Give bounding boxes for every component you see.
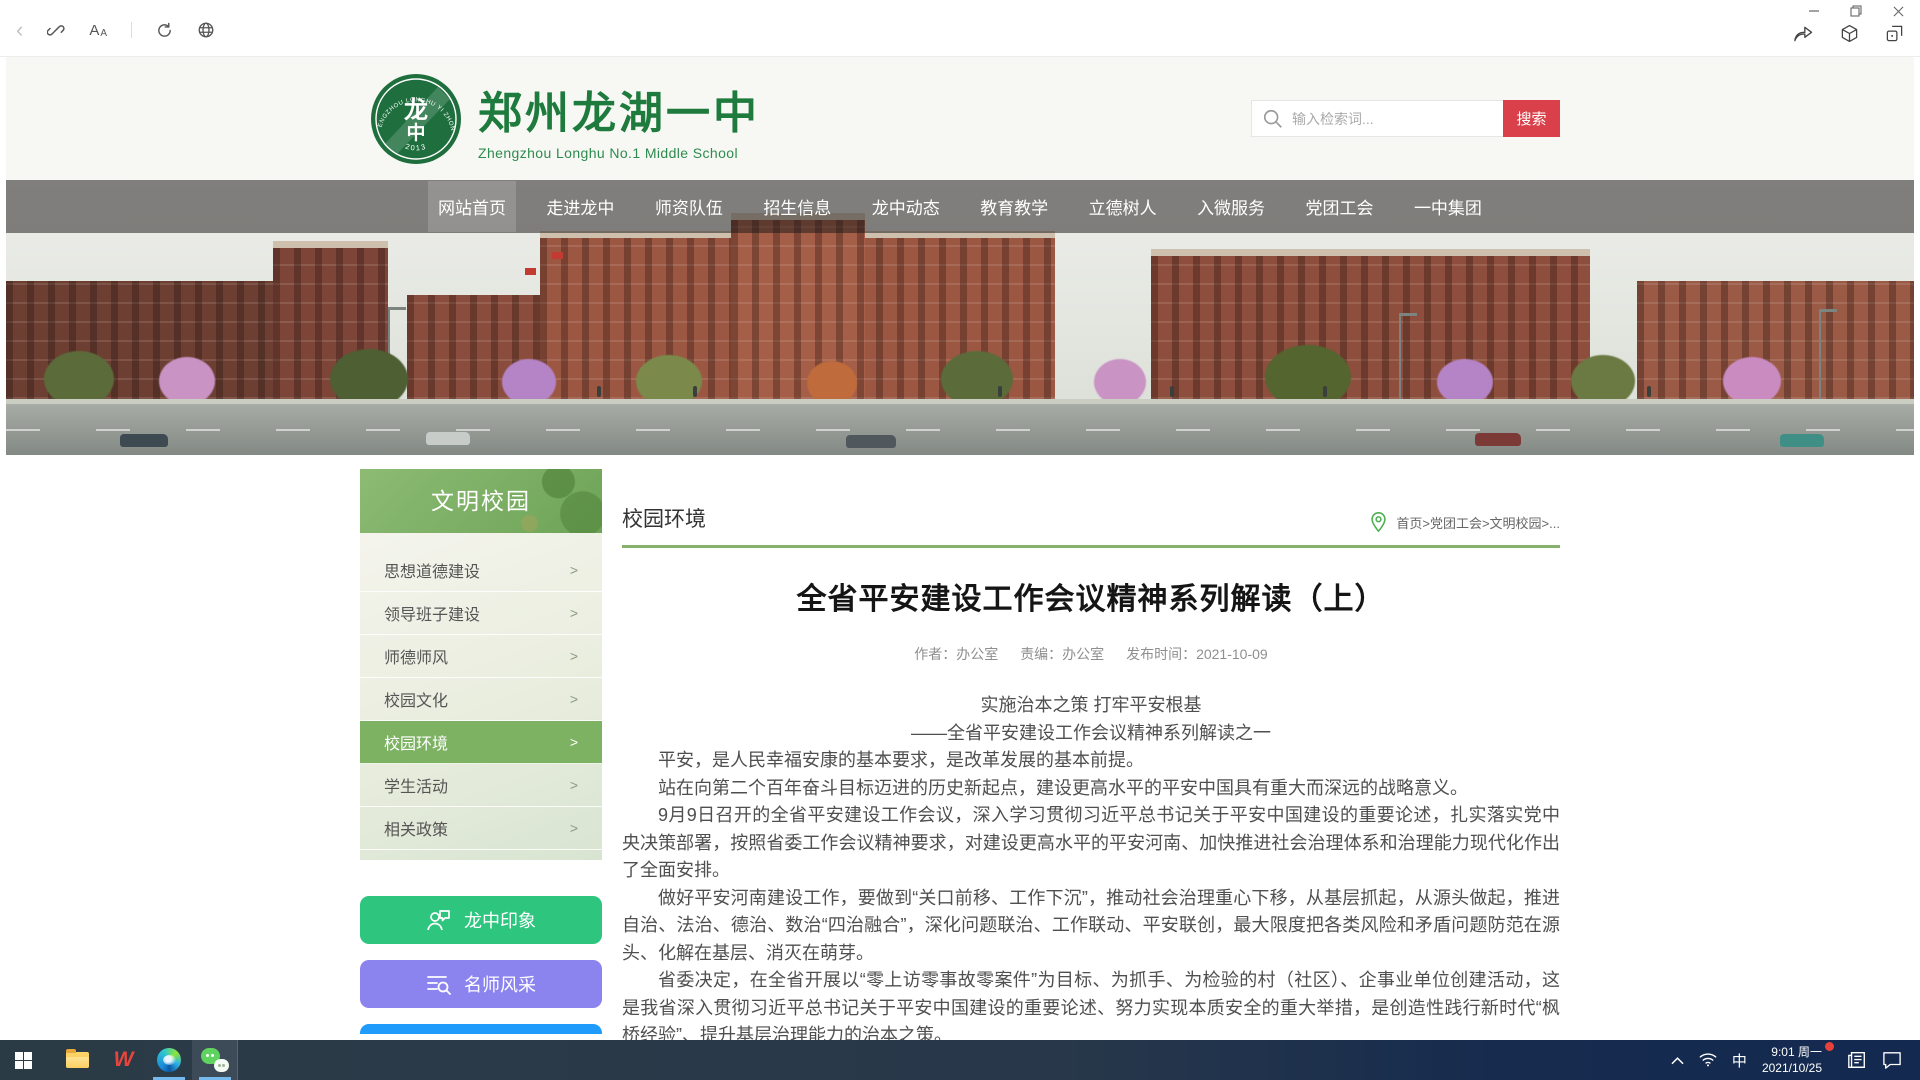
school-logo[interactable]: ZHENGZHOU LONGHU YI ZHONG 2013 龙 中 郑州龙湖一… [370,73,760,165]
nav-item-home[interactable]: 网站首页 [428,181,516,232]
nav-item-moral-education[interactable]: 立德树人 [1079,181,1167,232]
edge-browser-button[interactable] [146,1040,192,1080]
ime-indicator[interactable]: 中 [1732,1050,1747,1071]
article-paragraph: 平安，是人民幸福安康的基本要求，是改革发展的基本前提。 [622,747,1560,775]
toolbar-divider [131,22,132,38]
close-button[interactable] [1888,2,1908,20]
sidebar-item-leadership[interactable]: 领导班子建设> [360,592,602,635]
show-hidden-icons-chevron[interactable] [1671,1056,1684,1065]
chevron-right-icon: > [570,691,578,707]
nav-item-faculty[interactable]: 师资队伍 [645,181,733,232]
browser-chrome: ‹ AA [0,0,1920,57]
mini-program-icon[interactable] [1840,24,1859,48]
list-search-icon [426,973,452,995]
main-navigation: 网站首页 走进龙中 师资队伍 招生信息 龙中动态 教育教学 立德树人 入微服务 … [6,180,1914,233]
sidebar-item-campus-environment[interactable]: 校园环境> [360,721,602,764]
sidebar-menu: 思想道德建设> 领导班子建设> 师德师风> 校园文化> 校园环境> 学生活动> … [360,533,602,860]
site-search: 搜索 [1251,100,1560,137]
system-tray: 中 9:01 周一 2021/10/25 [1671,1040,1920,1080]
back-icon[interactable]: ‹ [16,20,23,40]
start-button[interactable] [0,1040,46,1080]
article-panel: 校园环境 首页>党团工会>文明校园>... 全省平安建设工作会议精神系列解读（上… [622,469,1560,1040]
section-title: 校园环境 [622,503,706,533]
maximize-button[interactable] [1846,2,1866,20]
longzhong-impression-button[interactable]: 龙中印象 [360,896,602,944]
edge-icon [157,1048,181,1072]
chevron-right-icon: > [570,562,578,578]
share-icon[interactable] [1794,25,1814,48]
sidebar-item-ideology[interactable]: 思想道德建设> [360,549,602,592]
globe-icon[interactable] [197,21,215,39]
svg-text:中: 中 [406,121,425,144]
font-size-icon[interactable]: AA [89,22,107,39]
chevron-right-icon: > [570,734,578,750]
school-name-zh: 郑州龙湖一中 [478,77,760,141]
browser-window: ‹ AA [0,0,1920,1080]
article-title: 全省平安建设工作会议精神系列解读（上） [622,574,1560,618]
location-pin-icon [1369,511,1388,533]
sidebar-title: 文明校园 [360,469,602,533]
notification-dot [1825,1042,1834,1051]
action-center-icon[interactable] [1882,1051,1902,1069]
web-page: ZHENGZHOU LONGHU YI ZHONG 2013 龙 中 郑州龙湖一… [6,57,1914,1040]
article-body: 实施治本之策 打牢平安根基 ——全省平安建设工作会议精神系列解读之一 平安，是人… [622,692,1560,1040]
clock-time: 9:01 周一 [1762,1044,1822,1060]
chevron-right-icon: > [570,605,578,621]
breadcrumb[interactable]: 首页>党团工会>文明校园>... [1369,511,1560,533]
windows-taskbar: W 中 9:01 周一 2021/10/25 [0,1040,1920,1080]
search-input[interactable] [1252,101,1503,136]
link-icon[interactable] [47,21,65,39]
school-seal-icon: ZHENGZHOU LONGHU YI ZHONG 2013 龙 中 [370,73,462,165]
school-name-en: Zhengzhou Longhu No.1 Middle School [478,145,760,161]
famous-teachers-button[interactable]: 名师风采 [360,960,602,1008]
wps-office-button[interactable]: W [100,1040,146,1080]
chevron-right-icon: > [570,777,578,793]
article-subtitle: 实施治本之策 打牢平安根基 [622,692,1560,720]
nav-item-news[interactable]: 龙中动态 [862,181,950,232]
news-feed-icon[interactable] [1847,1050,1867,1070]
sidebar-item-teacher-ethics[interactable]: 师德师风> [360,635,602,678]
article-paragraph: 做好平安河南建设工作，要做到“关口前移、工作下沉”，推动社会治理重心下移，从基层… [622,885,1560,968]
person-chat-icon [426,908,452,932]
article-paragraph: 省委决定，在全省开展以“零上访零事故零案件”为目标、为抓手、为检验的村（社区）、… [622,967,1560,1040]
search-button[interactable]: 搜索 [1503,100,1560,137]
nav-item-about[interactable]: 走进龙中 [536,181,624,232]
nav-item-party-union[interactable]: 党团工会 [1296,181,1384,232]
article-editor: 责编：办公室 [1020,646,1104,662]
wifi-icon[interactable] [1699,1053,1717,1067]
chevron-right-icon: > [570,820,578,836]
float-window-icon[interactable] [1885,24,1904,48]
campus-banner: 网站首页 走进龙中 师资队伍 招生信息 龙中动态 教育教学 立德树人 入微服务 … [6,180,1914,455]
sidebar-item-policies[interactable]: 相关政策> [360,807,602,850]
nav-item-admissions[interactable]: 招生信息 [753,181,841,232]
sidebar: 文明校园 思想道德建设> 领导班子建设> 师德师风> 校园文化> 校园环境> 学… [360,469,602,1034]
clock-date: 2021/10/25 [1762,1060,1822,1076]
wechat-icon [201,1048,229,1072]
article-publish-time: 发布时间：2021-10-09 [1126,646,1268,662]
svg-text:龙: 龙 [404,97,428,124]
clock[interactable]: 9:01 周一 2021/10/25 [1762,1044,1832,1076]
article-meta: 作者：办公室 责编：办公室 发布时间：2021-10-09 [622,644,1560,664]
nav-item-services[interactable]: 入微服务 [1187,181,1275,232]
refresh-icon[interactable] [156,22,173,39]
folder-icon [66,1052,89,1068]
windows-logo-icon [15,1052,32,1069]
article-author: 作者：办公室 [914,646,998,662]
chevron-right-icon: > [570,648,578,664]
article-paragraph: 站在向第二个百年奋斗目标迈进的历史新起点，建设更高水平的平安中国具有重大而深远的… [622,775,1560,803]
article-paragraph: 9月9日召开的全省平安建设工作会议，深入学习贯彻习近平总书记关于平安中国建设的重… [622,802,1560,885]
sidebar-item-student-activities[interactable]: 学生活动> [360,764,602,807]
nav-item-teaching[interactable]: 教育教学 [970,181,1058,232]
wps-icon: W [114,1048,133,1072]
file-explorer-button[interactable] [54,1040,100,1080]
article-subtitle2: ——全省平安建设工作会议精神系列解读之一 [622,720,1560,748]
search-icon [1262,108,1284,130]
wechat-button[interactable] [192,1040,238,1080]
minimize-button[interactable] [1804,2,1824,20]
sidebar-extra-button[interactable] [360,1024,602,1034]
sidebar-item-campus-culture[interactable]: 校园文化> [360,678,602,721]
nav-item-group[interactable]: 一中集团 [1404,181,1492,232]
site-header: ZHENGZHOU LONGHU YI ZHONG 2013 龙 中 郑州龙湖一… [6,57,1914,180]
